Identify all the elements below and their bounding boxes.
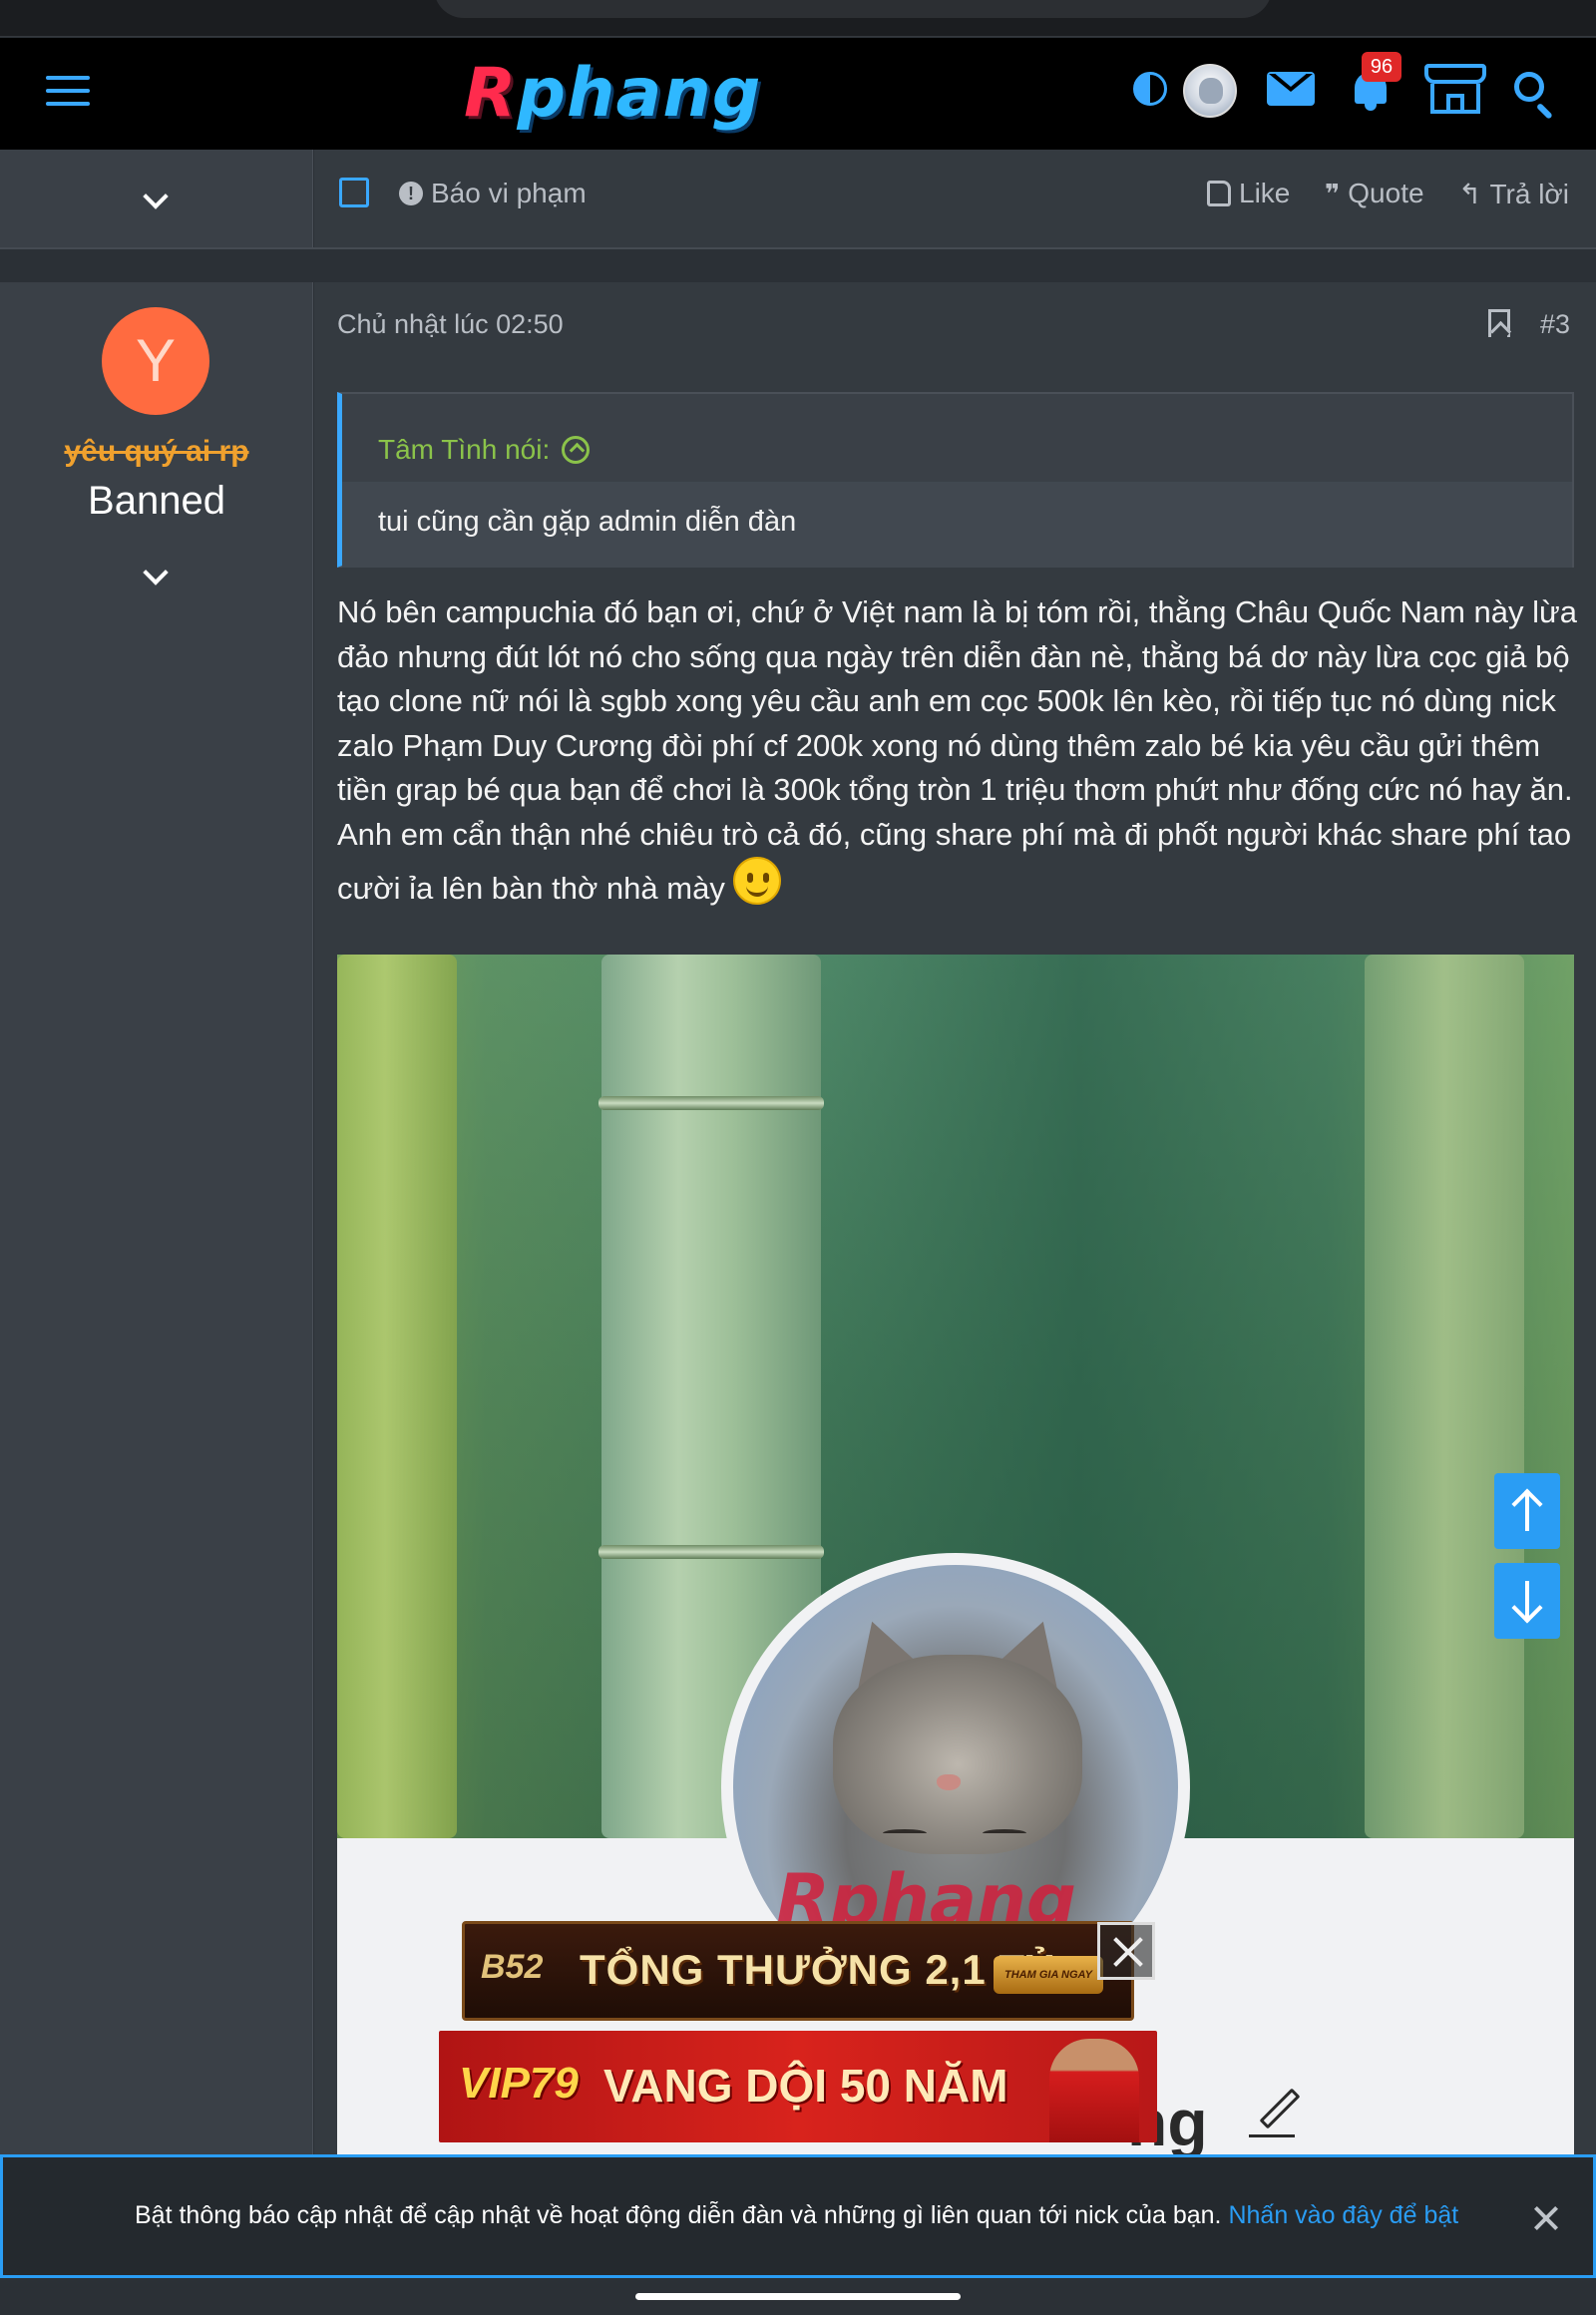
author-name[interactable]: yêu quý ai rp	[0, 435, 313, 469]
reply-button[interactable]: ↰ Trả lời	[1458, 178, 1569, 210]
prev-post-user-cell	[0, 150, 313, 247]
close-icon[interactable]	[1529, 2201, 1563, 2235]
ad-banner-vip79[interactable]: VIP79 VANG DỘI 50 NĂM	[439, 2031, 1157, 2142]
close-icon[interactable]	[1097, 1922, 1155, 1980]
thumbs-up-icon	[1207, 181, 1231, 206]
like-button[interactable]: Like	[1207, 178, 1290, 209]
quote-block: Tâm Tình nói: tui cũng cần gặp admin diễ…	[337, 392, 1574, 568]
author-avatar[interactable]: Y	[102, 307, 209, 415]
arrow-up-circle-icon[interactable]	[562, 436, 591, 464]
quote-text: tui cũng cần gặp admin diễn đàn	[342, 482, 1572, 568]
post-body: Nó bên campuchia đó bạn ơi, chứ ở Việt n…	[337, 590, 1579, 912]
quote-author: Tâm Tình nói:	[378, 434, 551, 465]
post-divider	[0, 247, 1596, 281]
notice-text: Bật thông báo cập nhật để cập nhật về ho…	[135, 2201, 1222, 2229]
post-date[interactable]: Chủ nhật lúc 02:50	[337, 309, 564, 340]
home-indicator[interactable]	[635, 2293, 961, 2300]
scroll-to-top-button[interactable]	[1494, 1473, 1560, 1549]
store-icon[interactable]	[1424, 64, 1486, 116]
quote-button[interactable]: ❞ Quote	[1325, 178, 1424, 209]
ad-banner-b52[interactable]: B52 TỔNG THƯỞNG 2,1 TỶ THAM GIA NGAY	[462, 1921, 1134, 2021]
reply-icon: ↰	[1458, 179, 1482, 209]
ad2-player-image	[1049, 2039, 1139, 2142]
quote-icon: ❞	[1325, 178, 1341, 208]
push-notification-notice: Bật thông báo cập nhật để cập nhật về ho…	[0, 2154, 1596, 2278]
enable-notifications-link[interactable]: Nhấn vào đây để bật	[1228, 2201, 1458, 2229]
chevron-down-icon[interactable]	[143, 560, 169, 585]
exclamation-icon: !	[399, 182, 423, 205]
menu-icon[interactable]	[46, 76, 90, 110]
quote-label: Quote	[1348, 178, 1424, 208]
pencil-icon	[1249, 2085, 1301, 2137]
site-logo[interactable]: Rphang	[464, 56, 761, 132]
contrast-icon[interactable]	[1133, 72, 1167, 106]
quote-attribution[interactable]: Tâm Tình nói:	[342, 394, 1572, 482]
scroll-to-bottom-button[interactable]	[1494, 1563, 1560, 1639]
notification-badge: 96	[1362, 52, 1401, 82]
author-title: Banned	[88, 479, 225, 523]
system-nav-bar	[0, 2278, 1596, 2315]
select-post-checkbox[interactable]	[339, 178, 369, 207]
report-button[interactable]: ! Báo vi phạm	[399, 178, 587, 209]
search-icon[interactable]	[1514, 72, 1554, 120]
chevron-down-icon[interactable]	[143, 184, 169, 209]
ad2-brand: VIP79	[459, 2059, 579, 2108]
notice-message: Bật thông báo cập nhật để cập nhật về ho…	[135, 2201, 1458, 2230]
ad2-text: VANG DỘI 50 NĂM	[603, 2060, 1008, 2112]
mail-icon-flap-inner	[1273, 72, 1309, 87]
post-body-text: Nó bên campuchia đó bạn ơi, chứ ở Việt n…	[337, 594, 1578, 906]
post-number[interactable]: #3	[1540, 309, 1570, 340]
smiley-icon	[733, 857, 782, 905]
report-label: Báo vi phạm	[431, 178, 587, 208]
ad1-cta-button[interactable]: THAM GIA NGAY	[994, 1956, 1103, 1994]
bookmark-icon[interactable]	[1488, 309, 1510, 337]
ad1-brand: B52	[481, 1948, 544, 1986]
ad1-text: TỔNG THƯỞNG 2,1 TỶ	[580, 1946, 1055, 1993]
browser-status-strip	[0, 0, 1596, 37]
post-user-cell	[0, 282, 313, 2157]
reply-label: Trả lời	[1489, 178, 1570, 209]
page: Rphang 96 ! Báo vi phạm Like ❞ Quote ↰ T…	[0, 0, 1596, 2315]
like-label: Like	[1239, 178, 1291, 208]
avatar[interactable]	[1183, 64, 1237, 118]
browser-address-pill[interactable]	[434, 0, 1272, 18]
